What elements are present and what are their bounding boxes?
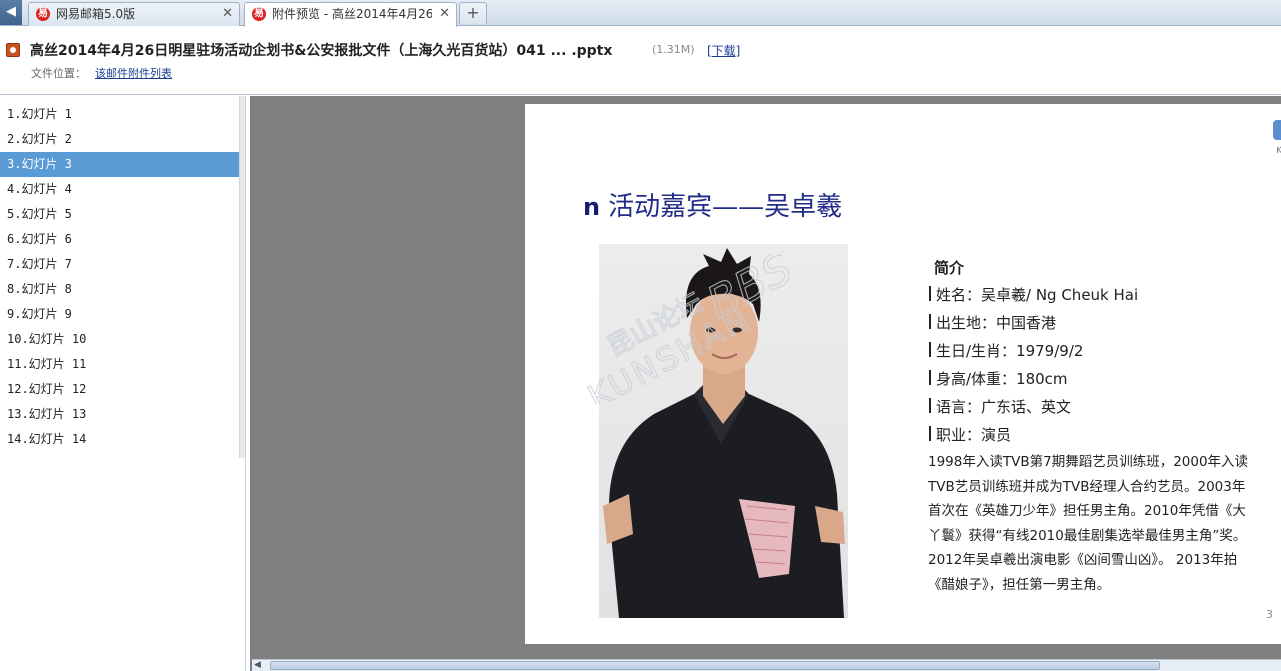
slide-page-number: 3: [1266, 608, 1273, 621]
slide-list-item-4[interactable]: 4.幻灯片 4: [0, 177, 239, 202]
tab-attachment-preview[interactable]: 易 附件预览 - 高丝2014年4月26日 ✕: [244, 2, 457, 27]
tab-label: 附件预览 - 高丝2014年4月26日: [272, 7, 432, 21]
slide-list-item-6[interactable]: 6.幻灯片 6: [0, 227, 239, 252]
title-bullet: n: [583, 193, 601, 221]
slide-list-item-2[interactable]: 2.幻灯片 2: [0, 127, 239, 152]
slide-viewer: K n 活动嘉宾——吴卓羲 简介 姓名：吴卓羲/ Ng Cheuk Hai 出生…: [250, 96, 1281, 671]
file-location-label: 文件位置：: [31, 67, 86, 80]
info-name: 姓名：吴卓羲/ Ng Cheuk Hai: [929, 284, 1138, 305]
info-birthday: 生日/生肖：1979/9/2: [929, 340, 1083, 361]
slide-canvas: K n 活动嘉宾——吴卓羲 简介 姓名：吴卓羲/ Ng Cheuk Hai 出生…: [525, 104, 1281, 644]
biography-text: 1998年入读TVB第7期舞蹈艺员训练班，2000年入读TVB艺员训练班并成为T…: [928, 454, 1249, 593]
download-link[interactable]: [下载]: [707, 42, 740, 59]
tab-label: 网易邮箱5.0版: [56, 7, 136, 21]
file-header: 高丝2014年4月26日明星驻场活动企划书&公安报批文件（上海久光百货站）041…: [0, 27, 1281, 95]
tab-bar: ◀ 易 网易邮箱5.0版 ✕ 易 附件预览 - 高丝2014年4月26日 ✕ +: [0, 0, 1281, 27]
slide-title-text: 活动嘉宾——吴卓羲: [608, 192, 843, 222]
sidebar-scrollbar[interactable]: [239, 96, 245, 458]
slide-title: n 活动嘉宾——吴卓羲: [583, 186, 842, 223]
netease-logo-icon: 易: [36, 7, 50, 21]
info-language: 语言：广东话、英文: [929, 396, 1071, 417]
info-height-weight: 身高/体重：180cm: [929, 368, 1068, 389]
corner-logo-text: K: [1276, 146, 1281, 156]
info-birthplace: 出生地：中国香港: [929, 312, 1056, 333]
slide-list-item-11[interactable]: 11.幻灯片 11: [0, 352, 239, 377]
netease-logo-icon: 易: [252, 7, 266, 21]
slide-list-item-3[interactable]: 3.幻灯片 3: [0, 152, 239, 177]
file-title: 高丝2014年4月26日明星驻场活动企划书&公安报批文件（上海久光百货站）041…: [30, 43, 613, 59]
corner-logo-icon: [1273, 120, 1281, 140]
tab-mailbox[interactable]: 易 网易邮箱5.0版 ✕: [28, 2, 240, 26]
intro-heading: 简介: [934, 259, 965, 277]
slide-list-sidebar: 1.幻灯片 1 2.幻灯片 2 3.幻灯片 3 4.幻灯片 4 5.幻灯片 5 6.幻灯片…: [0, 96, 246, 671]
kunshan-bbs-watermark: 昆山论坛 KUNSHAN BBS: [581, 254, 802, 404]
viewer-horizontal-scrollbar[interactable]: ◀: [252, 659, 1281, 671]
info-occupation: 职业：演员: [929, 424, 1011, 445]
scroll-left-icon[interactable]: ◀: [254, 660, 261, 671]
slide-list-item-10[interactable]: 10.幻灯片 10: [0, 327, 239, 352]
slide-list-item-7[interactable]: 7.幻灯片 7: [0, 252, 239, 277]
slide-list-item-14[interactable]: 14.幻灯片 14: [0, 427, 239, 452]
slide-list-item-1[interactable]: 1.幻灯片 1: [0, 102, 239, 127]
new-tab-button[interactable]: +: [459, 2, 487, 24]
file-location-link[interactable]: 该邮件附件列表: [95, 65, 172, 81]
close-icon[interactable]: ✕: [439, 3, 450, 25]
pptx-file-icon: [6, 43, 20, 57]
file-size: (1.31M): [652, 43, 695, 56]
slide-list: 1.幻灯片 1 2.幻灯片 2 3.幻灯片 3 4.幻灯片 4 5.幻灯片 5 6.幻灯片…: [0, 96, 245, 452]
back-icon[interactable]: ◀: [0, 0, 22, 25]
slide-list-item-13[interactable]: 13.幻灯片 13: [0, 402, 239, 427]
slide-list-item-12[interactable]: 12.幻灯片 12: [0, 377, 239, 402]
scrollbar-thumb[interactable]: [270, 661, 1160, 670]
slide-list-item-9[interactable]: 9.幻灯片 9: [0, 302, 239, 327]
slide-list-item-5[interactable]: 5.幻灯片 5: [0, 202, 239, 227]
slide-list-item-8[interactable]: 8.幻灯片 8: [0, 277, 239, 302]
close-icon[interactable]: ✕: [222, 3, 233, 25]
